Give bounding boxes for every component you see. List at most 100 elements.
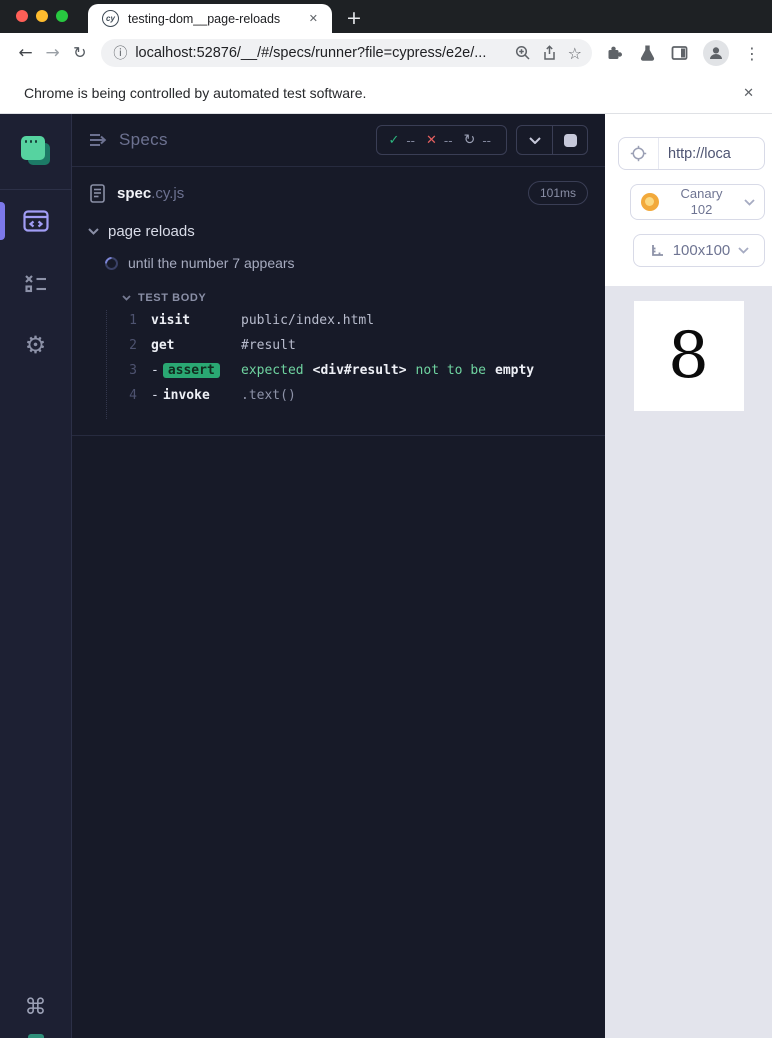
command-name: get [151, 338, 175, 353]
forward-icon[interactable]: → [39, 44, 66, 62]
test-body-label: TEST BODY [138, 292, 207, 304]
new-tab-button[interactable]: + [346, 9, 362, 28]
chevron-down-icon [88, 228, 99, 235]
command-message: #result [241, 338, 296, 353]
aut-iframe: 8 [633, 301, 744, 411]
profile-avatar[interactable] [702, 40, 729, 66]
chevron-down-icon [122, 295, 131, 301]
aut-panel: http://loca Canary 102 100x100 8 [605, 114, 772, 1038]
stop-run-button[interactable] [552, 126, 587, 154]
url-text: localhost:52876/__/#/specs/runner?file=c… [135, 45, 487, 61]
maximize-window-button[interactable] [56, 10, 68, 22]
collapse-all-button[interactable] [517, 126, 552, 154]
bottom-partial-icon [28, 1034, 44, 1038]
test-row[interactable]: until the number 7 appears [72, 246, 605, 280]
browser-toolbar: ← → ↻ ⓘ localhost:52876/__/#/specs/runne… [0, 33, 772, 73]
command-icon: ⌘ [24, 995, 47, 1020]
address-bar[interactable]: ⓘ localhost:52876/__/#/specs/runner?file… [101, 39, 592, 67]
sidebar-item-runs[interactable] [0, 252, 72, 314]
suite-title: page reloads [108, 223, 195, 240]
cypress-sidebar: ⚙ ⌘ [0, 114, 72, 1038]
chrome-menu-icon[interactable]: ⋮ [744, 44, 760, 63]
app-result-number: 8 [668, 319, 709, 393]
assert-expected-text: expected [241, 363, 304, 378]
cypress-logo[interactable] [0, 114, 71, 190]
run-stats: ✓ -- ✕ -- ↻ -- [376, 125, 507, 155]
command-row-get[interactable]: 2 get #result [107, 338, 605, 363]
close-window-button[interactable] [16, 10, 28, 22]
minimize-window-button[interactable] [36, 10, 48, 22]
assert-middle-text: not to be [415, 363, 486, 378]
infobar-message: Chrome is being controlled by automated … [24, 85, 367, 101]
spec-extension: .cy.js [151, 184, 185, 202]
test-divider [72, 435, 605, 436]
restart-icon: ↻ [463, 132, 476, 148]
command-row-invoke[interactable]: 4 - invoke .text() [107, 388, 605, 413]
sidebar-item-specs[interactable] [0, 190, 72, 252]
browser-name: Canary [680, 186, 723, 202]
restarted-count: -- [482, 132, 491, 148]
command-number: 3 [129, 363, 137, 378]
browser-tab[interactable]: cy testing-dom__page-reloads ✕ [88, 4, 332, 33]
chrome-canary-icon [641, 193, 659, 211]
failed-count: -- [443, 132, 453, 148]
zoom-in-icon[interactable] [515, 45, 531, 61]
spec-file-row[interactable]: spec.cy.js 101ms [72, 167, 605, 217]
back-icon[interactable]: ← [12, 44, 39, 62]
side-panel-icon[interactable] [671, 45, 688, 61]
spec-file-name: spec.cy.js [117, 185, 184, 202]
infobar-close-icon[interactable]: ✕ [743, 86, 754, 101]
tab-close-icon[interactable]: ✕ [305, 10, 322, 27]
aut-url-text: http://loca [668, 145, 731, 162]
specs-title: Specs [119, 130, 168, 149]
test-title: until the number 7 appears [128, 255, 295, 271]
aut-stage: 8 [605, 286, 772, 1038]
ruler-icon [649, 243, 665, 259]
keyboard-shortcuts-button[interactable]: ⌘ [25, 995, 47, 1020]
command-row-assert[interactable]: 3 - assert expected <div#result> not to be e… [107, 363, 605, 388]
reporter-header: Specs ✓ -- ✕ -- ↻ -- [72, 114, 605, 167]
aut-url-bar[interactable]: http://loca [618, 137, 765, 170]
command-number: 4 [129, 388, 137, 403]
bookmark-star-icon[interactable]: ☆ [568, 44, 582, 63]
viewport-size: 100x100 [672, 242, 731, 259]
test-body-toggle[interactable]: TEST BODY [72, 280, 605, 310]
aut-header: http://loca Canary 102 100x100 [605, 114, 772, 286]
command-message: expected <div#result> not to be empty [241, 363, 543, 378]
gear-icon: ⚙ [24, 331, 47, 359]
automation-infobar: Chrome is being controlled by automated … [0, 73, 772, 114]
share-icon[interactable] [542, 45, 557, 61]
passed-count: -- [406, 132, 416, 148]
browser-label: Canary 102 [659, 186, 744, 217]
reporter-panel: Specs ✓ -- ✕ -- ↻ -- spec.cy.js 101ms pa… [72, 114, 605, 1038]
active-indicator [0, 202, 5, 240]
command-log: 1 visit public/index.html 2 get #result … [106, 310, 605, 419]
flask-icon[interactable] [639, 44, 656, 62]
command-number: 1 [129, 313, 137, 328]
command-name: - invoke [151, 388, 241, 403]
reload-icon[interactable]: ↻ [66, 45, 93, 61]
traffic-lights [16, 10, 68, 22]
chevron-down-icon [738, 247, 749, 254]
extensions-puzzle-icon[interactable] [606, 44, 624, 62]
stop-icon [563, 133, 577, 147]
browser-window: cy testing-dom__page-reloads ✕ + ← → ↻ ⓘ… [0, 0, 772, 1038]
command-message: public/index.html [241, 313, 375, 328]
selector-playground-icon[interactable] [619, 138, 659, 169]
expand-specs-icon[interactable] [88, 132, 109, 148]
command-dash: - [151, 388, 159, 403]
sidebar-item-settings[interactable]: ⚙ [0, 314, 72, 376]
assert-subject-text: <div#result> [312, 363, 407, 378]
viewport-selector[interactable]: 100x100 [633, 234, 765, 267]
assert-state-text: empty [495, 363, 535, 378]
spec-file-icon [90, 183, 105, 203]
command-row-visit[interactable]: 1 visit public/index.html [107, 313, 605, 338]
cypress-favicon-icon: cy [102, 10, 119, 27]
browser-selector[interactable]: Canary 102 [630, 184, 765, 220]
toolbar-right: ⋮ [606, 40, 760, 66]
site-info-icon[interactable]: ⓘ [113, 43, 127, 63]
code-window-icon [22, 210, 49, 232]
cypress-app: ⚙ ⌘ Specs ✓ -- ✕ -- ↻ -- spec.cy.js 101m… [0, 114, 772, 1038]
browser-version: 102 [690, 202, 713, 217]
suite-row[interactable]: page reloads [72, 217, 605, 246]
